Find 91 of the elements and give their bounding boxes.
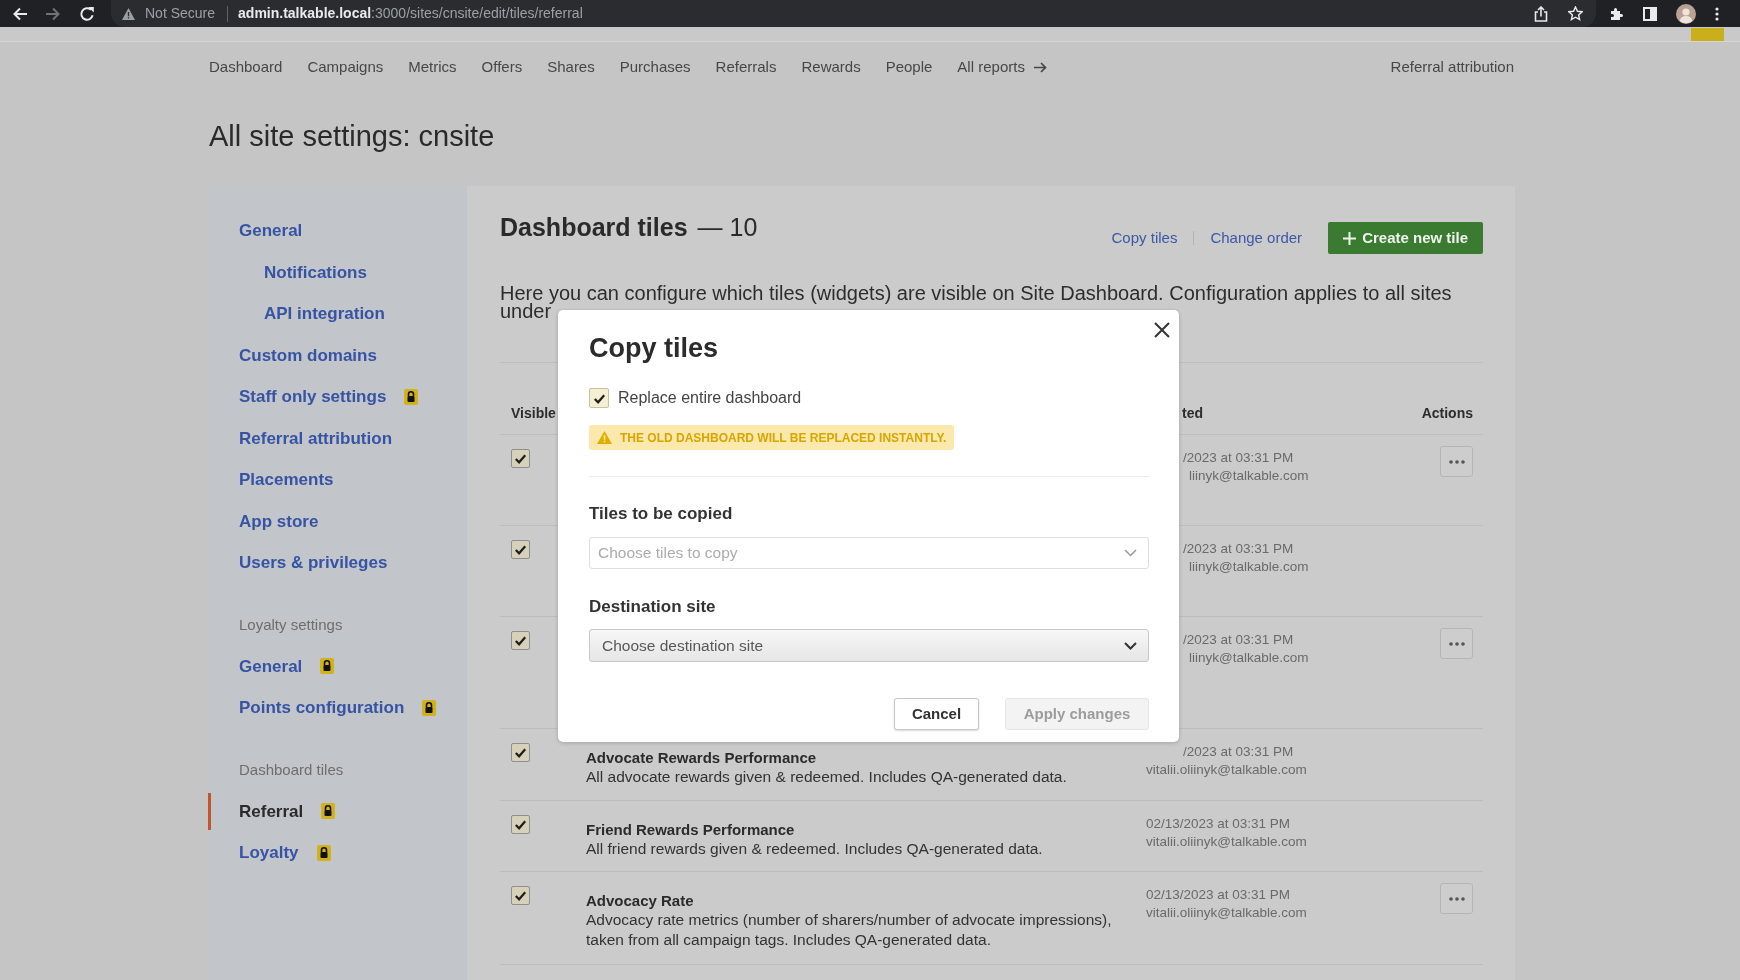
- author-email: vitalii.oliinyk@talkable.com: [1146, 904, 1307, 922]
- sidebar-link[interactable]: General: [239, 653, 303, 679]
- tile-description: All friend rewards given & redeemed. Includes QA-generated data.: [586, 839, 1044, 859]
- nav-link[interactable]: People: [885, 55, 933, 79]
- sidebar-link[interactable]: Custom domains: [239, 342, 377, 368]
- nav-link[interactable]: Metrics: [408, 55, 457, 79]
- updated-date: 02/13/2023 at 03:31 PM: [1146, 886, 1291, 904]
- forward-arrow-icon[interactable]: [45, 5, 61, 22]
- warning-text: THE OLD DASHBOARD WILL BE REPLACED INSTANTLY.: [620, 429, 947, 447]
- tile-description: All advocate rewards given & redeemed. Includes QA-generated data.: [586, 767, 1068, 787]
- field-label: Tiles to be copied: [589, 504, 733, 524]
- checkbox[interactable]: [589, 388, 609, 408]
- nav-link[interactable]: Shares: [547, 55, 595, 79]
- section-title: Dashboard tiles: [500, 212, 688, 242]
- checkbox[interactable]: [511, 743, 530, 762]
- link-button[interactable]: Copy tiles: [1111, 226, 1178, 250]
- tile-title: Advocate Rewards Performance: [586, 749, 817, 767]
- chevron-down-icon: [1124, 549, 1137, 557]
- sidebar-heading: Dashboard tiles: [239, 760, 344, 781]
- updated-date: /2023 at 03:31 PM: [1183, 631, 1294, 649]
- nav-link[interactable]: Rewards: [801, 55, 861, 79]
- plus-icon: [1343, 231, 1357, 245]
- nav-link[interactable]: Purchases: [619, 55, 691, 79]
- description-text: Here you can configure which tiles (widgets) are visible on Site Dashboard. Configuration applies to all sites under: [500, 284, 1453, 320]
- page-title: All site settings: cnsite: [209, 119, 495, 154]
- sidebar-link[interactable]: Placements: [239, 467, 334, 493]
- sidebar-link[interactable]: Staff only settings: [239, 384, 387, 410]
- nav-link[interactable]: Referrals: [715, 55, 777, 79]
- sidebar-link[interactable]: API integration: [264, 301, 385, 327]
- column-header: Visible: [511, 404, 556, 421]
- tile-title: Advocacy Rate: [586, 892, 694, 910]
- sidebar-link[interactable]: Points configuration: [239, 695, 405, 721]
- close-icon[interactable]: [1154, 322, 1170, 338]
- author-email: liinyk@talkable.com: [1189, 467, 1309, 485]
- create-tile-button[interactable]: Create new tile: [1328, 222, 1483, 254]
- address-url[interactable]: admin.talkable.local:3000/sites/cnsite/edit/tiles/referral: [238, 3, 583, 24]
- chevron-down-icon: [1124, 641, 1137, 650]
- tile-count: — 10: [697, 212, 758, 242]
- author-email: vitalii.oliinyk@talkable.com: [1146, 833, 1307, 851]
- updated-date: /2023 at 03:31 PM: [1183, 540, 1294, 558]
- security-label[interactable]: Not Secure: [145, 3, 216, 24]
- nav-link[interactable]: Offers: [481, 55, 523, 79]
- menu-icon[interactable]: [1715, 6, 1719, 21]
- sidebar-link[interactable]: General: [239, 218, 303, 244]
- nav-link[interactable]: Referral attribution: [1390, 55, 1514, 79]
- site-select[interactable]: Choose destination site: [589, 629, 1149, 662]
- tiles-select[interactable]: Choose tiles to copy: [589, 537, 1149, 569]
- checkbox[interactable]: [511, 886, 530, 905]
- sidebar-heading: Loyalty settings: [239, 615, 343, 636]
- author-email: vitalii.oliinyk@talkable.com: [1146, 761, 1307, 779]
- right-arrow-icon: [1033, 61, 1047, 73]
- updated-date: /2023 at 03:31 PM: [1183, 743, 1294, 761]
- nav-link[interactable]: Campaigns: [307, 55, 384, 79]
- link-button[interactable]: Change order: [1210, 226, 1303, 250]
- checkbox-label: Replace entire dashboard: [618, 388, 802, 408]
- column-header: Actions: [1421, 403, 1473, 423]
- checkbox[interactable]: [511, 449, 530, 468]
- updated-date: /2023 at 03:31 PM: [1183, 449, 1294, 467]
- author-email: liinyk@talkable.com: [1189, 558, 1309, 576]
- cancel-button[interactable]: Cancel: [894, 698, 979, 730]
- corner-flag: [1691, 28, 1724, 41]
- dialog-title: Copy tiles: [589, 332, 719, 365]
- reload-icon[interactable]: [79, 5, 95, 22]
- warning-icon: [597, 431, 612, 444]
- nav-link[interactable]: Dashboard: [209, 55, 283, 79]
- sidebar-link[interactable]: App store: [239, 508, 319, 534]
- ellipsis-icon: [1448, 641, 1465, 646]
- avatar-icon[interactable]: [1676, 3, 1696, 24]
- column-header: ted: [1182, 404, 1203, 421]
- tile-title: Friend Rewards Performance: [586, 821, 795, 839]
- back-arrow-icon[interactable]: [12, 5, 28, 22]
- warning-icon: [122, 7, 135, 20]
- nav-link[interactable]: All reports: [957, 55, 1047, 79]
- sidebar-link[interactable]: Loyalty: [239, 840, 299, 866]
- ellipsis-icon: [1448, 896, 1465, 901]
- sidebar-link[interactable]: Users & privileges: [239, 550, 388, 576]
- side-panel-icon[interactable]: [1643, 6, 1657, 21]
- checkbox[interactable]: [511, 631, 530, 650]
- ellipsis-icon: [1448, 459, 1465, 464]
- tile-description: Advocacy rate metrics (number of sharers/number of advocate impressions), taken from all campaign tags. Includes QA-generated data.: [586, 910, 1113, 950]
- star-icon[interactable]: [1568, 6, 1583, 21]
- share-icon[interactable]: [1534, 5, 1548, 22]
- checkbox[interactable]: [511, 540, 530, 559]
- checkbox[interactable]: [511, 815, 530, 834]
- puzzle-icon[interactable]: [1610, 6, 1624, 21]
- sidebar-link[interactable]: Referral: [239, 798, 304, 824]
- field-label: Destination site: [589, 597, 716, 617]
- sidebar-link[interactable]: Referral attribution: [239, 425, 393, 451]
- updated-date: 02/13/2023 at 03:31 PM: [1146, 815, 1291, 833]
- author-email: liinyk@talkable.com: [1189, 649, 1309, 667]
- sidebar-link[interactable]: Notifications: [264, 259, 367, 285]
